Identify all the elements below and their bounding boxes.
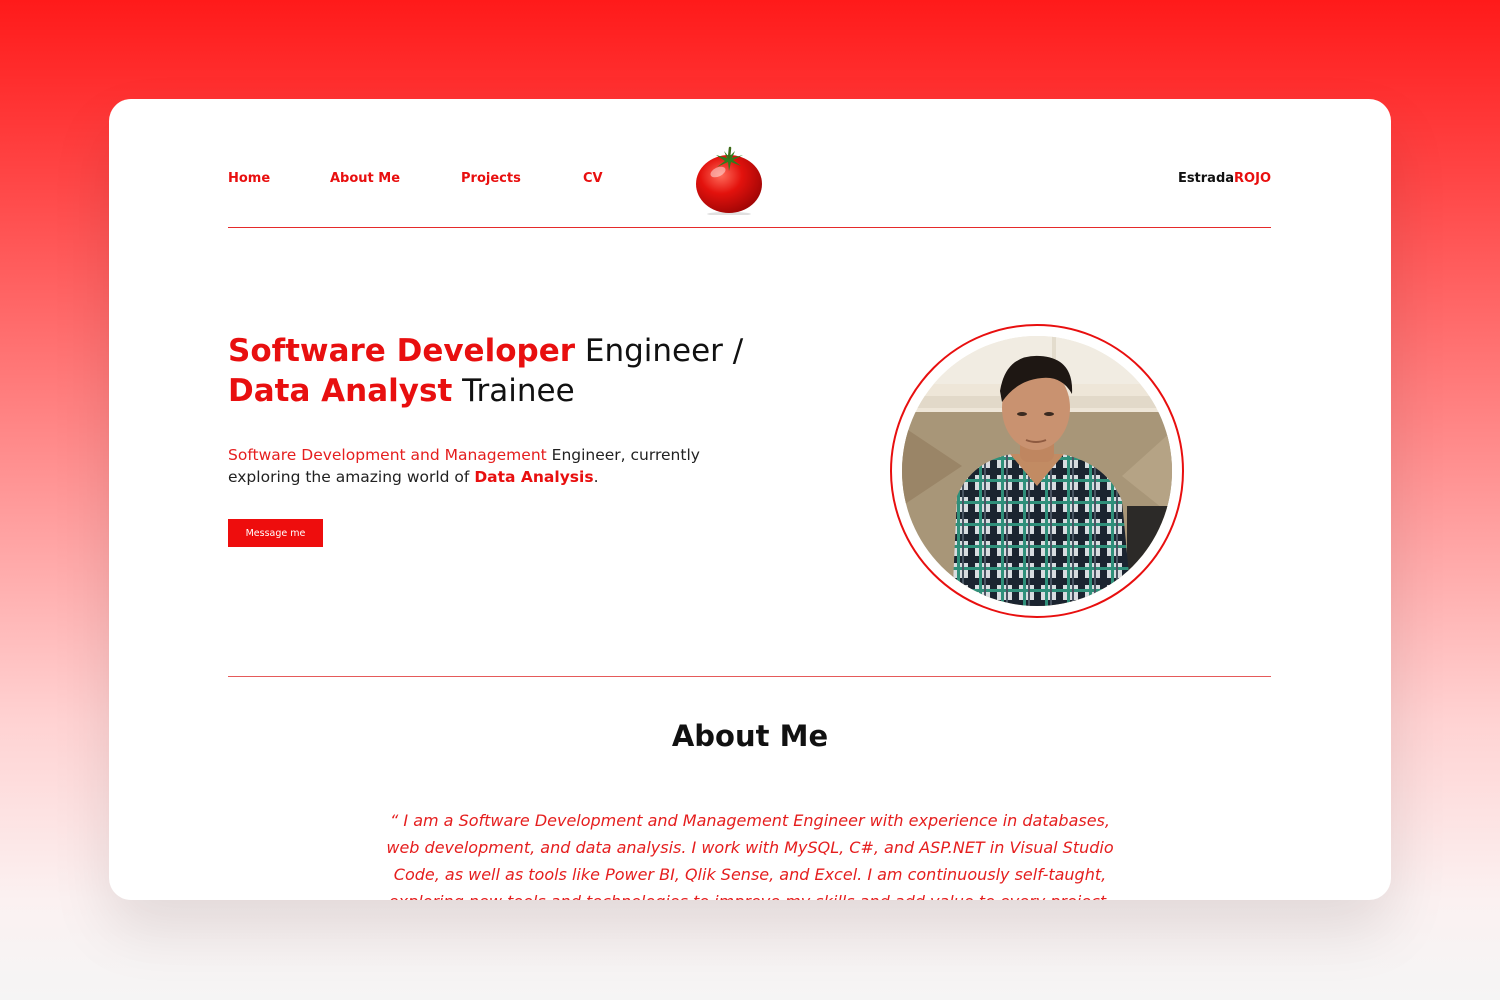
profile-photo [890,324,1184,618]
hero-desc-end: . [593,468,599,486]
profile-photo-illustration [902,336,1172,606]
about-section-text: “ I am a Software Development and Manage… [386,811,1114,900]
brand-part-1: Estrada [1177,171,1235,186]
page-card: Home About Me Projects CV EstradaROJO So… [109,99,1391,900]
message-me-button[interactable]: Message me [228,519,323,547]
hero-title: Software Developer Engineer / Data Analys… [228,331,788,411]
nav-projects[interactable]: Projects [461,171,521,186]
nav-about-me[interactable]: About Me [330,171,400,186]
hero-title-suffix-1: Engineer / [575,333,744,369]
hero-desc-field: Software Development and Management [228,446,547,464]
hero-title-suffix-2: Trainee [452,373,575,409]
about-section-title: About Me [671,719,829,753]
brand-name[interactable]: EstradaROJO [1178,171,1271,186]
nav-cv[interactable]: CV [583,171,603,186]
brand-part-2: ROJO [1234,171,1271,186]
section-divider [228,676,1271,677]
top-navigation: Home About Me Projects CV EstradaROJO [228,139,1271,228]
hero-title-role-2: Data Analyst [228,373,453,409]
hero-description: Software Development and Management Engi… [228,444,748,488]
tomato-icon[interactable] [694,145,764,216]
nav-home[interactable]: Home [228,171,270,186]
hero-title-role-1: Software Developer [228,333,576,369]
hero-desc-highlight: Data Analysis [474,468,594,486]
